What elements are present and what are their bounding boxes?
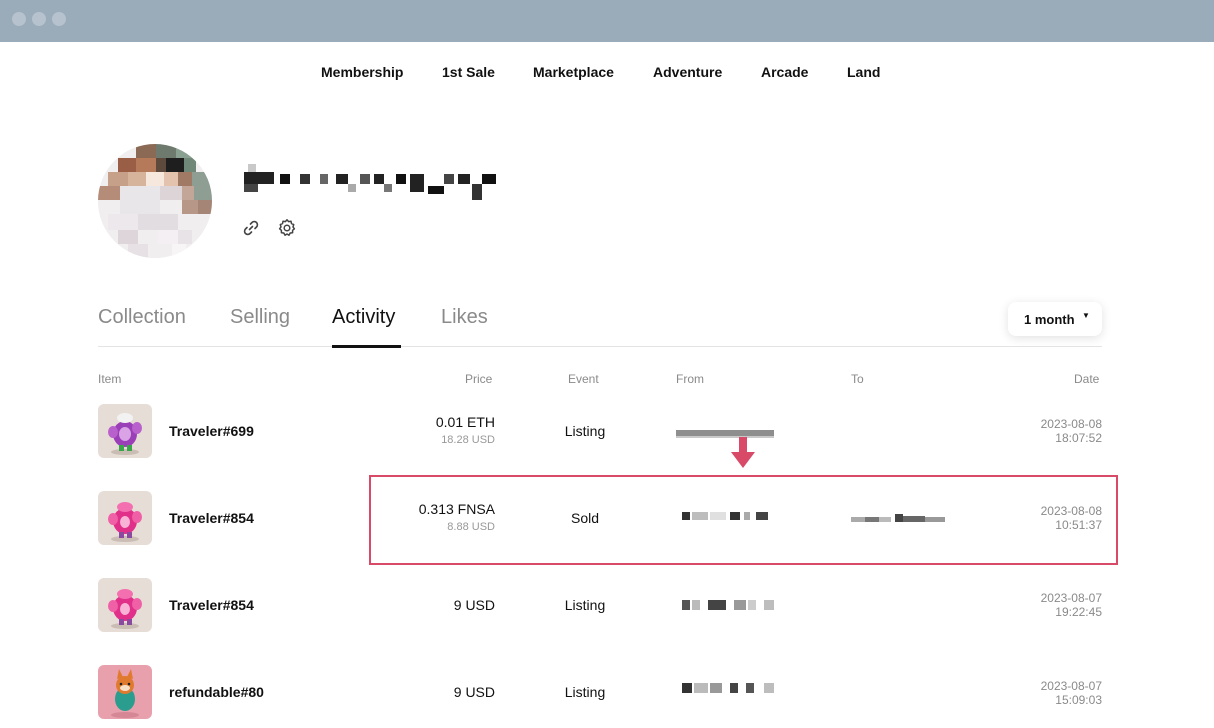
event-type: Listing xyxy=(564,423,606,439)
item-name[interactable]: Traveler#699 xyxy=(169,423,254,439)
event-type: Listing xyxy=(564,684,606,700)
column-header-event: Event xyxy=(568,372,599,386)
nav-item-marketplace[interactable]: Marketplace xyxy=(533,64,614,80)
price-value: 9 USD xyxy=(453,597,495,613)
column-header-from: From xyxy=(676,372,704,386)
activity-date-day: 2023-08-08 xyxy=(1040,417,1102,431)
tab-likes[interactable]: Likes xyxy=(441,306,488,329)
avatar xyxy=(98,144,212,258)
username-redacted xyxy=(244,164,504,204)
activity-date: 2023-08-08 18:07:52 xyxy=(1041,417,1102,445)
profile-tabs: Collection Selling Activity Likes xyxy=(98,300,1102,348)
price-usd: 18.28 USD xyxy=(441,434,495,446)
item-name[interactable]: refundable#80 xyxy=(169,684,264,700)
nav-item-1st-sale[interactable]: 1st Sale xyxy=(442,64,495,80)
activity-date: 2023-08-07 15:09:03 xyxy=(1041,679,1102,707)
top-navigation: Membership 1st Sale Marketplace Adventur… xyxy=(0,64,1214,82)
from-address-redacted[interactable] xyxy=(682,683,774,693)
period-filter-dropdown[interactable]: 1 month ▼ xyxy=(1008,302,1102,336)
table-row[interactable]: Traveler#699 0.01 ETH 18.28 USD Listing … xyxy=(0,404,1214,458)
activity-date-day: 2023-08-07 xyxy=(1040,679,1102,693)
activity-date-time: 19:22:45 xyxy=(1055,605,1102,619)
link-icon[interactable] xyxy=(241,218,261,238)
nft-thumbnail[interactable] xyxy=(98,404,152,458)
column-header-item: Item xyxy=(98,372,122,386)
from-address-redacted[interactable] xyxy=(682,600,774,610)
gear-icon[interactable] xyxy=(277,218,297,238)
nft-thumbnail[interactable] xyxy=(98,665,152,719)
item-name[interactable]: Traveler#854 xyxy=(169,597,254,613)
minimize-window-button[interactable] xyxy=(32,12,46,26)
close-window-button[interactable] xyxy=(12,12,26,26)
tab-activity[interactable]: Activity xyxy=(332,306,395,329)
tab-selling[interactable]: Selling xyxy=(230,306,290,329)
activity-date-time: 18:07:52 xyxy=(1055,431,1102,445)
activity-date-time: 15:09:03 xyxy=(1055,693,1102,707)
nav-item-adventure[interactable]: Adventure xyxy=(653,64,722,80)
window-titlebar xyxy=(0,0,1214,42)
caret-down-icon: ▼ xyxy=(1082,311,1090,320)
table-row[interactable]: Traveler#854 9 USD Listing 2023-08-07 19… xyxy=(0,578,1214,632)
highlight-box xyxy=(369,475,1118,565)
nft-thumbnail[interactable] xyxy=(98,491,152,545)
active-tab-indicator xyxy=(332,345,401,348)
item-name[interactable]: Traveler#854 xyxy=(169,510,254,526)
nft-thumbnail[interactable] xyxy=(98,578,152,632)
price-value: 0.01 ETH xyxy=(435,414,495,430)
activity-date-day: 2023-08-07 xyxy=(1040,591,1102,605)
activity-table-header: Item Price Event From To Date xyxy=(0,372,1214,388)
arrow-down-icon xyxy=(731,437,755,468)
price-value: 9 USD xyxy=(453,684,495,700)
activity-date: 2023-08-07 19:22:45 xyxy=(1041,591,1102,619)
column-header-date: Date xyxy=(1074,372,1100,386)
maximize-window-button[interactable] xyxy=(52,12,66,26)
nav-item-land[interactable]: Land xyxy=(847,64,880,80)
column-header-to: To xyxy=(851,372,864,386)
nav-item-arcade[interactable]: Arcade xyxy=(761,64,808,80)
event-type: Listing xyxy=(564,597,606,613)
period-filter-label: 1 month xyxy=(1024,312,1075,327)
table-row[interactable]: refundable#80 9 USD Listing 2023-08-07 1… xyxy=(0,665,1214,719)
tab-collection[interactable]: Collection xyxy=(98,306,186,329)
column-header-price: Price xyxy=(465,372,493,386)
nav-item-membership[interactable]: Membership xyxy=(321,64,403,80)
